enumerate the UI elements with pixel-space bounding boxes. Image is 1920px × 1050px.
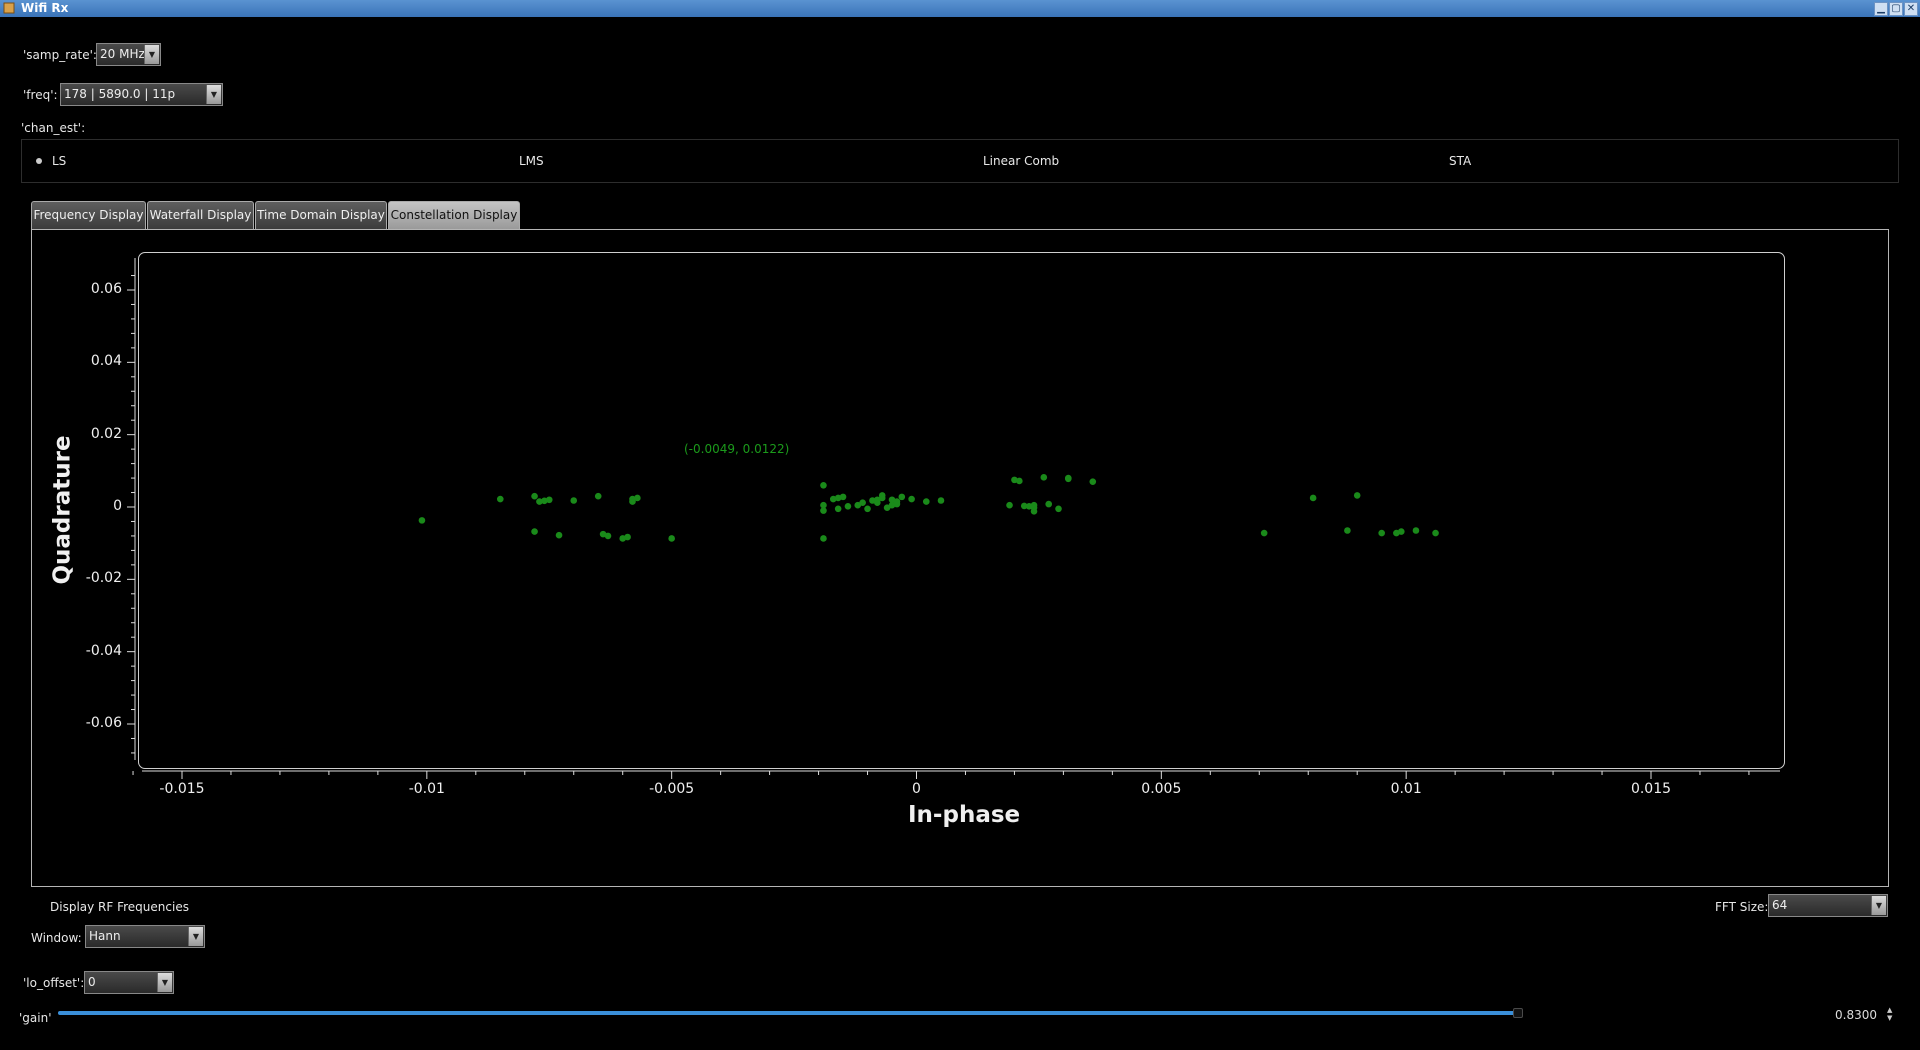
constellation-point — [820, 535, 827, 542]
x-tick-label: 0.015 — [1630, 781, 1672, 797]
constellation-point — [834, 505, 842, 513]
constellation-point — [1344, 527, 1351, 534]
coordinate-readout: (-0.0049, 0.0122) — [684, 442, 790, 456]
constellation-point — [1412, 527, 1420, 534]
y-tick-label: 0.06 — [90, 281, 122, 297]
display-rf-frequencies-label[interactable]: Display RF Frequencies — [50, 900, 189, 914]
lo-offset-value: 0 — [88, 975, 96, 989]
constellation-point — [1040, 474, 1048, 481]
constellation-point — [634, 494, 641, 502]
window-label: Window: — [31, 931, 82, 945]
fft-size-select[interactable]: 64 ▼ — [1768, 894, 1888, 917]
constellation-point — [668, 535, 675, 542]
constellation-point — [839, 493, 847, 501]
constellation-point — [531, 492, 538, 500]
constellation-point — [604, 532, 612, 540]
constellation-point — [555, 531, 563, 539]
constellation-point — [922, 498, 930, 505]
constellation-point — [908, 495, 915, 503]
window-select[interactable]: Hann ▼ — [85, 925, 205, 948]
chevron-down-icon[interactable]: ▼ — [1871, 896, 1886, 915]
window-value: Hann — [89, 929, 121, 943]
chevron-down-icon[interactable]: ▼ — [188, 927, 203, 946]
y-tick-label: 0 — [113, 498, 122, 514]
constellation-point — [1260, 529, 1268, 537]
y-tick-label: -0.02 — [85, 570, 122, 587]
y-tick-label: -0.04 — [85, 642, 122, 659]
gain-slider-handle[interactable] — [1513, 1008, 1523, 1018]
constellation-point — [893, 498, 901, 505]
fft-size-label: FFT Size: — [1715, 900, 1769, 914]
spin-arrows-icon[interactable]: ▲ ▼ — [1887, 1006, 1892, 1022]
constellation-point — [1055, 505, 1062, 513]
constellation-point — [864, 505, 871, 513]
y-tick-label: 0.04 — [90, 353, 122, 370]
gain-label: 'gain' — [19, 1011, 52, 1025]
constellation-point — [820, 482, 827, 489]
constellation-point — [594, 492, 602, 500]
y-tick-label: -0.06 — [85, 715, 122, 731]
constellation-point — [1045, 500, 1053, 508]
constellation-point — [820, 507, 827, 514]
lo-offset-select[interactable]: 0 ▼ — [84, 971, 174, 994]
constellation-point — [874, 499, 881, 506]
constellation-point — [898, 493, 906, 501]
gain-slider[interactable] — [58, 1011, 1516, 1015]
constellation-point — [531, 528, 538, 535]
x-tick-label: 0.005 — [1141, 781, 1182, 797]
constellation-point — [937, 497, 945, 504]
constellation-point — [1353, 492, 1361, 499]
x-tick-label: -0.015 — [159, 781, 205, 797]
constellation-point — [859, 499, 866, 506]
constellation-point — [1030, 508, 1038, 515]
fft-size-value: 64 — [1772, 898, 1788, 912]
constellation-point — [1016, 477, 1023, 485]
x-tick-label: 0.01 — [1390, 781, 1422, 797]
x-tick-label: -0.01 — [408, 781, 445, 797]
constellation-point — [844, 502, 852, 510]
gain-spinbox[interactable]: 0.8300 — [1835, 1008, 1877, 1022]
x-tick-label: 0 — [912, 781, 921, 797]
constellation-point — [1378, 529, 1385, 537]
constellation-chart — [127, 258, 1780, 779]
constellation-point — [624, 533, 631, 541]
constellation-point — [1432, 529, 1439, 537]
lo-offset-label: 'lo_offset': — [23, 976, 85, 990]
constellation-point — [496, 495, 504, 503]
x-tick-label: -0.005 — [649, 781, 695, 797]
constellation-point — [545, 496, 553, 504]
x-axis-title: In-phase — [908, 802, 1021, 828]
constellation-point — [1309, 494, 1317, 502]
constellation-point — [1089, 478, 1097, 485]
constellation-point — [1006, 501, 1013, 509]
constellation-point — [570, 497, 578, 504]
constellation-point — [418, 517, 426, 524]
constellation-point — [1397, 528, 1405, 535]
constellation-point — [878, 494, 886, 502]
y-axis-title: Quadrature — [49, 435, 76, 585]
chevron-down-icon[interactable]: ▼ — [157, 973, 172, 992]
constellation-point — [1064, 474, 1072, 482]
y-tick-label: 0.02 — [90, 425, 122, 442]
